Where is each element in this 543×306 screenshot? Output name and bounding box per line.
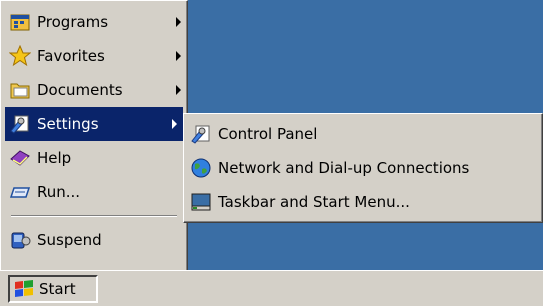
menu-item-label: Suspend xyxy=(37,231,102,249)
favorites-icon xyxy=(9,45,31,67)
submenu-item-label: Control Panel xyxy=(218,125,318,143)
run-icon xyxy=(9,187,31,198)
submenu-item-label: Network and Dial-up Connections xyxy=(218,159,470,177)
taskbar-icon xyxy=(191,193,211,211)
menu-item-label: Run... xyxy=(37,183,81,201)
menu-item-programs[interactable]: Programs xyxy=(1,5,187,39)
start-button[interactable]: Start xyxy=(8,275,98,303)
start-label: Start xyxy=(39,280,76,298)
help-icon xyxy=(10,150,30,166)
menu-item-settings[interactable]: Settings xyxy=(5,107,183,141)
menu-item-label: Documents xyxy=(37,81,123,99)
settings-submenu: Control Panel Network and Dial-up Connec… xyxy=(183,113,543,223)
menu-item-label: Help xyxy=(37,149,72,167)
submenu-item-taskbar[interactable]: Taskbar and Start Menu... xyxy=(184,185,542,219)
submenu-item-network[interactable]: Network and Dial-up Connections xyxy=(184,151,542,185)
control-panel-icon xyxy=(191,125,210,144)
menu-item-help[interactable]: Help xyxy=(1,141,187,175)
menu-item-favorites[interactable]: Favorites xyxy=(1,39,187,73)
menu-item-label: Settings xyxy=(37,115,99,133)
submenu-arrow-icon xyxy=(176,51,181,61)
menu-item-label: Favorites xyxy=(37,47,105,65)
submenu-item-control-panel[interactable]: Control Panel xyxy=(184,117,542,151)
submenu-arrow-icon xyxy=(176,85,181,95)
submenu-item-label: Taskbar and Start Menu... xyxy=(218,193,410,211)
network-icon xyxy=(191,158,211,178)
taskbar: Start xyxy=(0,270,543,306)
submenu-arrow-icon xyxy=(172,119,177,129)
documents-icon xyxy=(10,83,30,99)
suspend-icon xyxy=(11,232,31,249)
menu-item-label: Programs xyxy=(37,13,109,31)
programs-icon xyxy=(10,14,30,31)
menu-separator xyxy=(11,215,177,217)
start-menu: Programs Favorites Documents Settings He… xyxy=(0,0,188,272)
submenu-arrow-icon xyxy=(176,17,181,27)
menu-item-suspend[interactable]: Suspend xyxy=(1,223,187,257)
settings-icon xyxy=(10,115,29,134)
menu-item-run[interactable]: Run... xyxy=(1,175,187,209)
windows-logo-icon xyxy=(15,280,33,297)
menu-item-documents[interactable]: Documents xyxy=(1,73,187,107)
